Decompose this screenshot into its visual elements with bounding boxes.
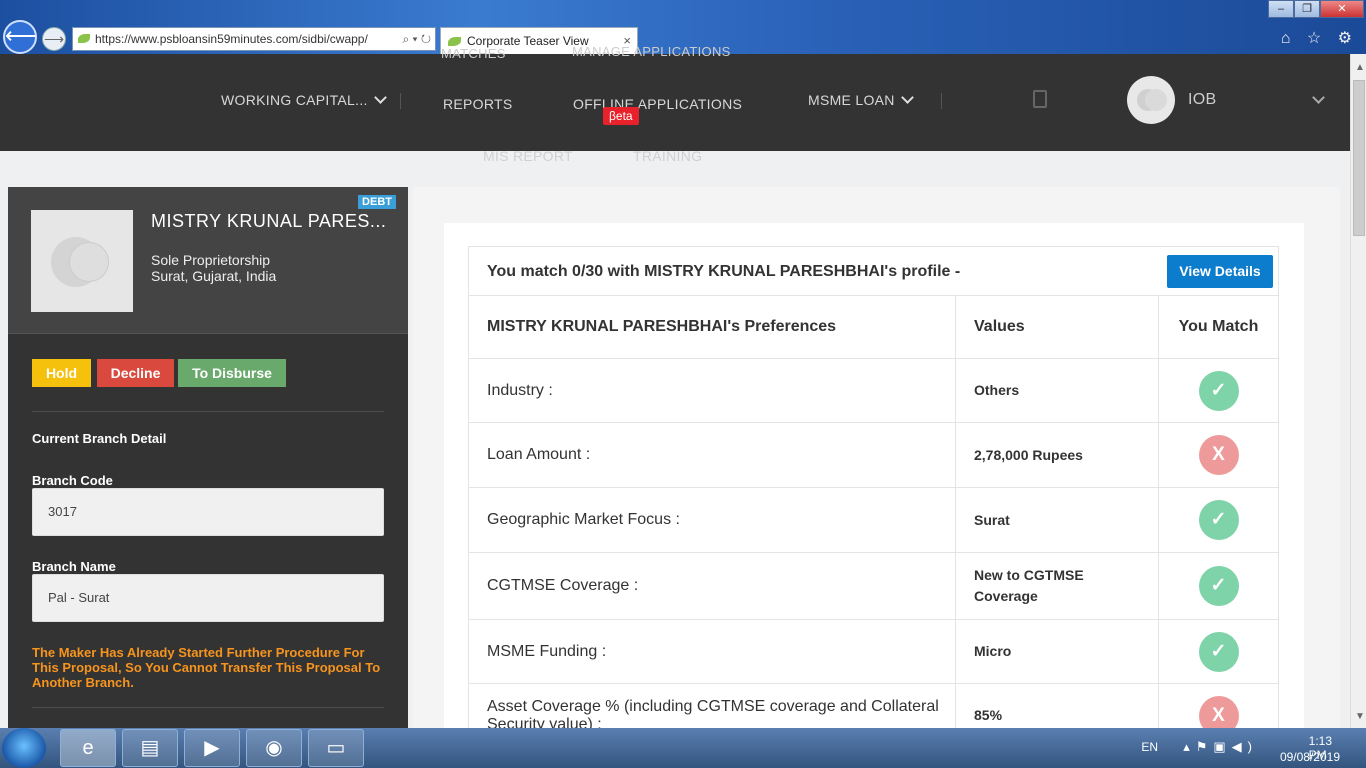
nav-reports[interactable]: REPORTS	[443, 96, 513, 112]
column-header-preferences: MISTRY KRUNAL PARESHBHAI's Preferences	[468, 295, 956, 359]
scroll-up-icon[interactable]: ▲	[1355, 62, 1365, 73]
window-buttons: – ❐ ✕	[1268, 0, 1364, 18]
nav-overflow-matches[interactable]: MATCHES	[441, 46, 506, 61]
table-row: MSME Funding : Micro ✓	[468, 619, 1279, 684]
minimize-button[interactable]: –	[1268, 0, 1294, 18]
restore-button[interactable]: ❐	[1294, 0, 1320, 18]
preference-cell: Loan Amount :	[468, 422, 956, 488]
branch-section-title: Current Branch Detail	[32, 431, 167, 446]
cross-icon: X	[1198, 435, 1239, 475]
back-button[interactable]: ⟵	[3, 20, 37, 54]
search-refresh-icons[interactable]: ⌕ ▾ ↻	[402, 28, 431, 50]
transfer-warning: The Maker Has Already Started Further Pr…	[32, 645, 381, 690]
match-cell: ✓	[1158, 619, 1279, 684]
debt-badge: DEBT	[358, 195, 396, 209]
taskbar: e ▤ ▶ ◉ ▭ EN ▴⚑▣◀) 1:13 PM 09/08/2019	[0, 728, 1366, 768]
view-details-button[interactable]: View Details	[1167, 255, 1273, 288]
chrome-icon[interactable]: ◉	[246, 729, 302, 767]
preference-cell: Geographic Market Focus :	[468, 487, 956, 553]
clock-date[interactable]: 09/08/2019	[1280, 750, 1340, 764]
column-header-values: Values	[955, 295, 1159, 359]
chevron-down-icon	[900, 91, 914, 104]
nav-overflow-training[interactable]: TRAINING	[633, 148, 702, 164]
value-cell: New to CGTMSE Coverage	[955, 552, 1159, 620]
match-summary: You match 0/30 with MISTRY KRUNAL PARESH…	[487, 263, 961, 280]
nav-offline-applications[interactable]: OFFLINE APPLICATIONS	[573, 96, 742, 112]
scroll-down-icon[interactable]: ▼	[1355, 711, 1365, 722]
company-logo-placeholder	[31, 210, 133, 312]
check-icon: ✓	[1198, 370, 1239, 411]
page-scrollbar[interactable]: ▲ ▼	[1350, 54, 1366, 728]
column-header-you-match: You Match	[1158, 295, 1279, 359]
value-cell: Micro	[955, 619, 1159, 684]
chevron-down-icon	[1312, 91, 1325, 104]
company-location: Surat, Gujarat, India	[151, 268, 277, 284]
chevron-down-icon	[373, 91, 387, 104]
table-row: Geographic Market Focus : Surat ✓	[468, 487, 1279, 553]
branch-code-label: Branch Code	[32, 473, 113, 488]
value-cell: 2,78,000 Rupees	[955, 422, 1159, 488]
divider	[32, 411, 384, 412]
match-cell: ✓	[1158, 358, 1279, 423]
tray-icons[interactable]: ▴⚑▣◀)	[1183, 739, 1258, 755]
image-viewer-icon[interactable]: ▭	[308, 729, 364, 767]
check-icon: ✓	[1198, 631, 1239, 672]
match-cell: ✓	[1158, 552, 1279, 620]
check-icon: ✓	[1198, 500, 1239, 540]
home-star-gear-icons[interactable]: ⌂ ☆ ⚙	[1281, 28, 1358, 48]
beta-badge: βeta	[603, 107, 639, 125]
applicant-sidebar: DEBT MISTRY KRUNAL PARES... Sole Proprie…	[8, 187, 408, 728]
nav-overflow-manage-applications[interactable]: MANAGE APPLICATIONS	[572, 44, 731, 59]
url-text: https://www.psbloansin59minutes.com/sidb…	[95, 32, 368, 46]
user-menu-toggle[interactable]	[1306, 91, 1325, 108]
avatar[interactable]	[1127, 76, 1175, 124]
table-row: CGTMSE Coverage : New to CGTMSE Coverage…	[468, 552, 1279, 620]
branch-code-field[interactable]: 3017	[32, 488, 384, 536]
value-cell: Surat	[955, 487, 1159, 553]
hold-button[interactable]: Hold	[32, 359, 91, 387]
address-bar[interactable]: https://www.psbloansin59minutes.com/sidb…	[72, 27, 436, 51]
check-icon: ✓	[1198, 566, 1239, 606]
applicant-profile-card: DEBT MISTRY KRUNAL PARES... Sole Proprie…	[8, 187, 408, 334]
branch-name-field[interactable]: Pal - Surat	[32, 574, 384, 622]
nav-working-capital[interactable]: WORKING CAPITAL...	[221, 91, 387, 108]
explorer-folder-icon[interactable]: ▤	[122, 729, 178, 767]
match-cell: X	[1158, 422, 1279, 488]
site-leaf-icon	[78, 34, 90, 43]
nav-msme-loan[interactable]: MSME LOAN	[808, 91, 914, 108]
table-header-row: MISTRY KRUNAL PARESHBHAI's Preferences V…	[468, 295, 1279, 359]
nav-divider	[400, 93, 401, 109]
divider	[32, 707, 384, 708]
preference-cell: MSME Funding :	[468, 619, 956, 684]
nav-divider	[941, 93, 942, 109]
window-close-button[interactable]: ✕	[1320, 0, 1364, 18]
media-player-icon[interactable]: ▶	[184, 729, 240, 767]
match-header: You match 0/30 with MISTRY KRUNAL PARESH…	[468, 246, 1279, 296]
company-name: MISTRY KRUNAL PARES...	[151, 211, 387, 231]
preference-cell: Industry :	[468, 358, 956, 423]
user-name[interactable]: IOB	[1188, 91, 1216, 109]
table-row: Industry : Others ✓	[468, 358, 1279, 423]
to-disburse-button[interactable]: To Disburse	[178, 359, 286, 387]
nav-overflow-mis-report[interactable]: MIS REPORT	[483, 148, 573, 164]
start-button[interactable]	[2, 728, 46, 768]
language-indicator[interactable]: EN	[1141, 740, 1158, 754]
nav-msme-loan-label: MSME LOAN	[808, 92, 895, 108]
value-cell: Others	[955, 358, 1159, 423]
calculator-icon[interactable]	[1033, 90, 1047, 108]
preferences-table: MISTRY KRUNAL PARESHBHAI's Preferences V…	[468, 295, 1279, 748]
match-cell: ✓	[1158, 487, 1279, 553]
nav-working-capital-label: WORKING CAPITAL...	[221, 92, 368, 108]
branch-name-label: Branch Name	[32, 559, 116, 574]
forward-button[interactable]: ⟶	[42, 27, 66, 51]
company-type: Sole Proprietorship	[151, 252, 271, 268]
table-row: Loan Amount : 2,78,000 Rupees X	[468, 422, 1279, 488]
decline-button[interactable]: Decline	[97, 359, 174, 387]
preference-cell: CGTMSE Coverage :	[468, 552, 956, 620]
tab-leaf-icon	[448, 37, 461, 46]
scroll-thumb[interactable]	[1353, 80, 1365, 236]
ie-icon[interactable]: e	[60, 729, 116, 767]
